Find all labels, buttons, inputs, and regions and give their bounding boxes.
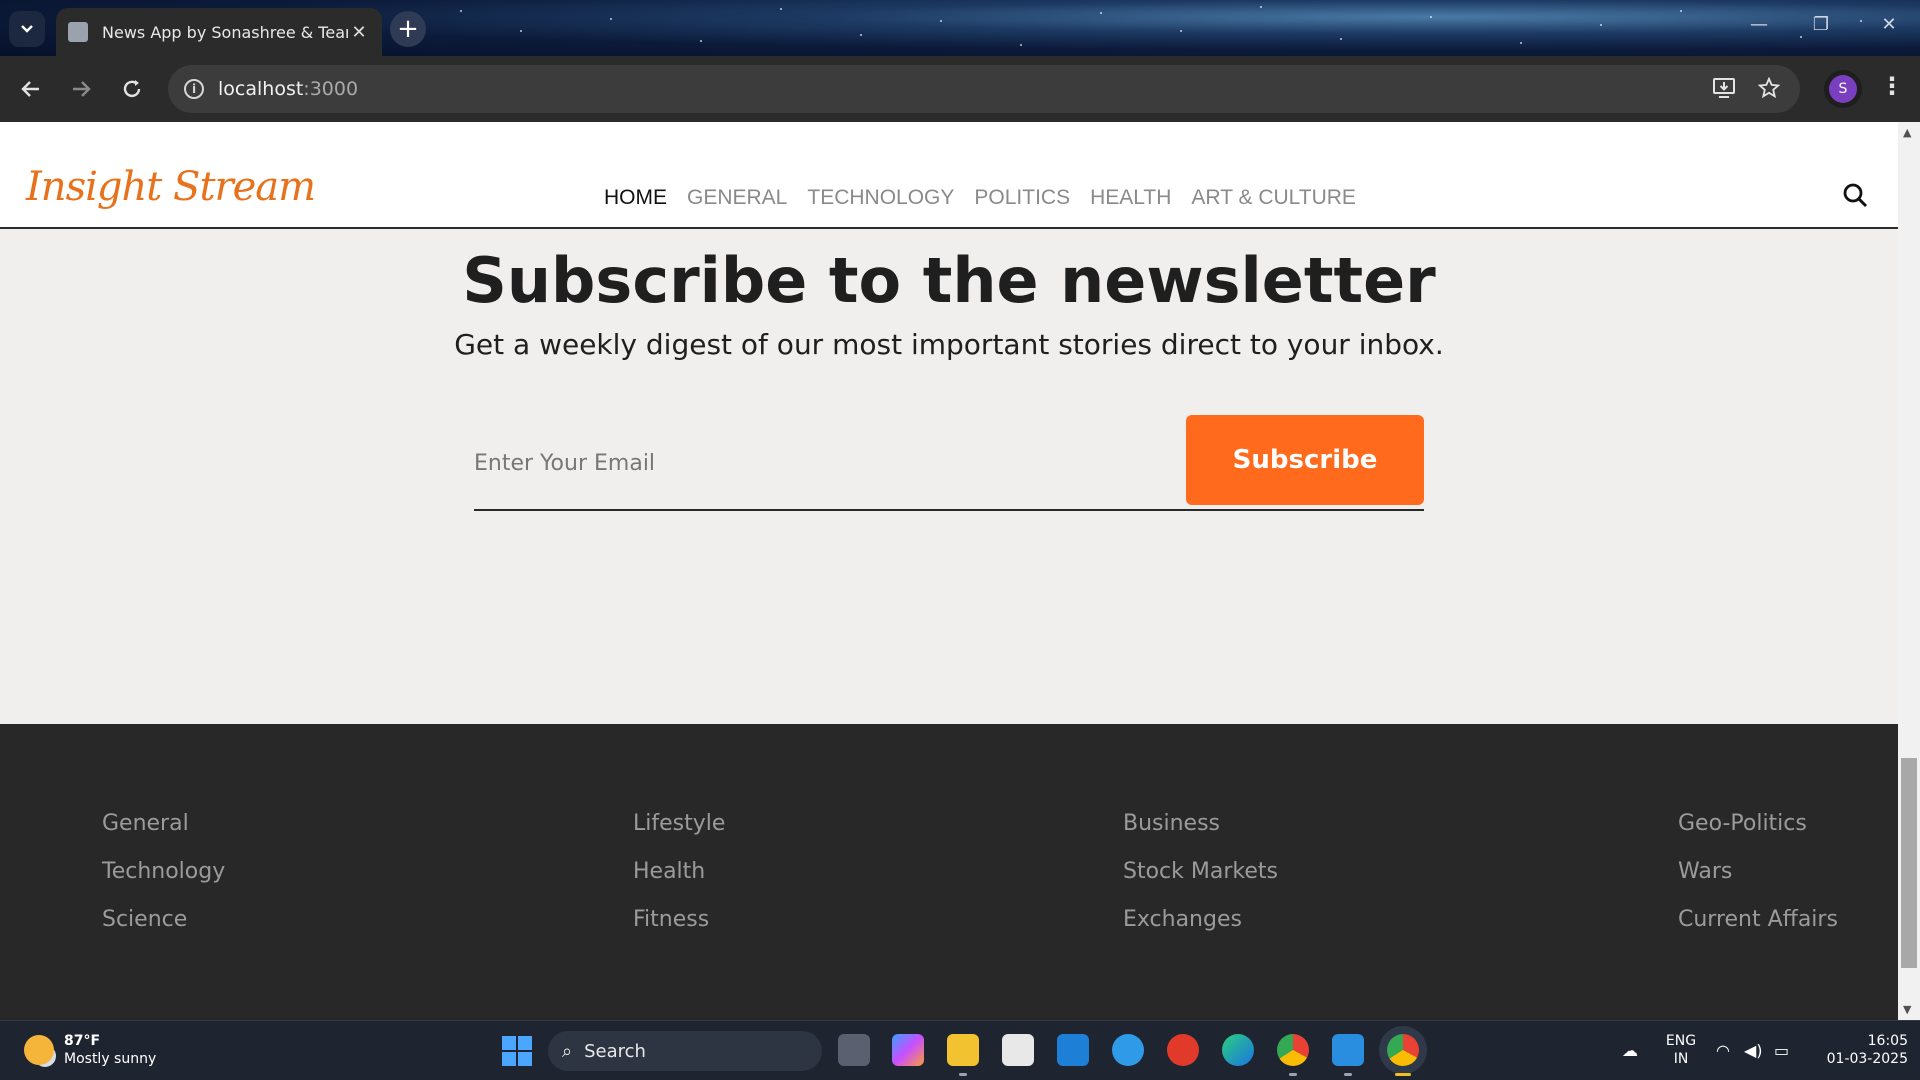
taskbar-search[interactable]: ⌕ Search: [548, 1031, 822, 1071]
page-viewport: Insight Stream HOME GENERAL TECHNOLOGY P…: [0, 122, 1898, 1020]
subscribe-button[interactable]: Subscribe: [1186, 415, 1424, 505]
help-icon[interactable]: [1112, 1034, 1144, 1066]
arrow-left-icon: [21, 81, 39, 97]
search-button[interactable]: [1842, 182, 1872, 212]
profile-avatar-button[interactable]: S: [1824, 70, 1862, 108]
windows-taskbar: 87°F Mostly sunny ⌕ Search ☁ ENG IN ◠ ◀)…: [0, 1020, 1920, 1080]
myhp-icon[interactable]: [1057, 1034, 1089, 1066]
chrome-profile-icon[interactable]: [1387, 1034, 1419, 1076]
clock-time: 16:05: [1867, 1033, 1908, 1049]
avatar: S: [1829, 75, 1857, 103]
nav-technology[interactable]: TECHNOLOGY: [807, 186, 954, 210]
vscode-icon[interactable]: [1332, 1034, 1364, 1076]
footer-column-3: Business Stock Markets Exchanges: [1123, 809, 1278, 935]
chrome-icon[interactable]: [1277, 1034, 1309, 1076]
back-button[interactable]: [14, 72, 48, 106]
start-button[interactable]: [502, 1036, 532, 1066]
wifi-icon[interactable]: ◠: [1716, 1041, 1730, 1060]
page-favicon-icon: [68, 22, 88, 42]
clock-date: 01-03-2025: [1826, 1051, 1908, 1067]
site-info-icon[interactable]: i: [184, 79, 204, 99]
footer-column-2: Lifestyle Health Fitness: [633, 809, 725, 935]
forward-button[interactable]: [64, 72, 98, 106]
weather-desc: Mostly sunny: [64, 1051, 157, 1067]
footer-link[interactable]: Stock Markets: [1123, 857, 1278, 887]
footer-link[interactable]: Exchanges: [1123, 905, 1278, 935]
copilot-icon[interactable]: [892, 1034, 924, 1066]
tab-active[interactable]: News App by Sonashree & Team ✕: [56, 8, 382, 56]
restore-icon[interactable]: ❐: [1806, 14, 1836, 35]
footer-column-4: Geo-Politics Wars Current Affairs: [1678, 809, 1838, 935]
window-close-icon[interactable]: ✕: [1874, 14, 1904, 35]
new-tab-button[interactable]: +: [390, 11, 426, 47]
chevron-down-icon: [21, 25, 33, 33]
scroll-up-icon[interactable]: ▲: [1903, 126, 1911, 139]
file-explorer-icon[interactable]: [947, 1034, 979, 1076]
nav-home[interactable]: HOME: [604, 186, 667, 210]
battery-icon[interactable]: ▭: [1774, 1041, 1789, 1060]
install-app-icon[interactable]: [1712, 77, 1736, 105]
site-header: Insight Stream HOME GENERAL TECHNOLOGY P…: [0, 122, 1898, 229]
tab-search-button[interactable]: [9, 11, 45, 47]
task-view-icon[interactable]: [838, 1034, 870, 1066]
address-bar[interactable]: i localhost:3000: [168, 65, 1800, 113]
language-indicator[interactable]: ENG IN: [1664, 1032, 1698, 1068]
edge-icon[interactable]: [1222, 1034, 1254, 1066]
site-logo[interactable]: Insight Stream: [26, 164, 316, 210]
taskbar-search-label: Search: [584, 1040, 646, 1062]
partly-sunny-icon: [24, 1035, 54, 1065]
search-icon: ⌕: [562, 1040, 573, 1062]
tomato-app-icon[interactable]: [1167, 1034, 1199, 1066]
nav-politics[interactable]: POLITICS: [974, 186, 1070, 210]
nav-art-culture[interactable]: ART & CULTURE: [1191, 186, 1356, 210]
nav-health[interactable]: HEALTH: [1090, 186, 1171, 210]
clock[interactable]: 16:05 01-03-2025: [1812, 1032, 1908, 1068]
footer-link[interactable]: Technology: [102, 857, 225, 887]
page-scrollbar[interactable]: ▲ ▼: [1898, 122, 1920, 1020]
volume-icon[interactable]: ◀): [1744, 1041, 1763, 1060]
url-host: localhost: [218, 78, 304, 100]
newsletter-subtitle: Get a weekly digest of our most importan…: [454, 328, 1444, 361]
scroll-down-icon[interactable]: ▼: [1903, 1003, 1911, 1016]
footer-link[interactable]: Health: [633, 857, 725, 887]
url-port: :3000: [303, 78, 359, 100]
tab-close-icon[interactable]: ✕: [348, 21, 370, 43]
weather-widget[interactable]: 87°F Mostly sunny: [24, 1032, 156, 1068]
tab-title: News App by Sonashree & Team: [102, 22, 348, 42]
reload-button[interactable]: [115, 72, 149, 106]
footer-link[interactable]: General: [102, 809, 225, 839]
nav-general[interactable]: GENERAL: [687, 186, 787, 210]
browser-menu-icon[interactable]: ⋮: [1880, 72, 1904, 100]
footer-link[interactable]: Geo-Politics: [1678, 809, 1838, 839]
minimize-icon[interactable]: —: [1744, 14, 1774, 35]
arrow-right-icon: [73, 81, 91, 97]
footer-link[interactable]: Lifestyle: [633, 809, 725, 839]
reload-icon: [123, 80, 141, 98]
microsoft-store-icon[interactable]: [1002, 1034, 1034, 1066]
newsletter-title: Subscribe to the newsletter: [462, 244, 1436, 317]
site-footer: General Technology Science Lifestyle Hea…: [0, 724, 1898, 1020]
footer-link[interactable]: Business: [1123, 809, 1278, 839]
footer-link[interactable]: Fitness: [633, 905, 725, 935]
scrollbar-thumb[interactable]: [1901, 758, 1917, 968]
search-icon: [1843, 183, 1868, 208]
main-nav: HOME GENERAL TECHNOLOGY POLITICS HEALTH …: [604, 186, 1356, 210]
footer-link[interactable]: Current Affairs: [1678, 905, 1838, 935]
windows-logo-icon: [502, 1036, 516, 1050]
weather-temp: 87°F: [64, 1033, 101, 1049]
browser-toolbar: i localhost:3000 S ⋮: [0, 56, 1920, 122]
footer-column-1: General Technology Science: [102, 809, 225, 935]
footer-link[interactable]: Science: [102, 905, 225, 935]
bookmark-star-icon[interactable]: [1757, 76, 1781, 105]
onedrive-icon[interactable]: ☁: [1622, 1041, 1638, 1060]
browser-tab-strip: News App by Sonashree & Team ✕ + — ❐ ✕: [0, 0, 1920, 56]
footer-link[interactable]: Wars: [1678, 857, 1838, 887]
